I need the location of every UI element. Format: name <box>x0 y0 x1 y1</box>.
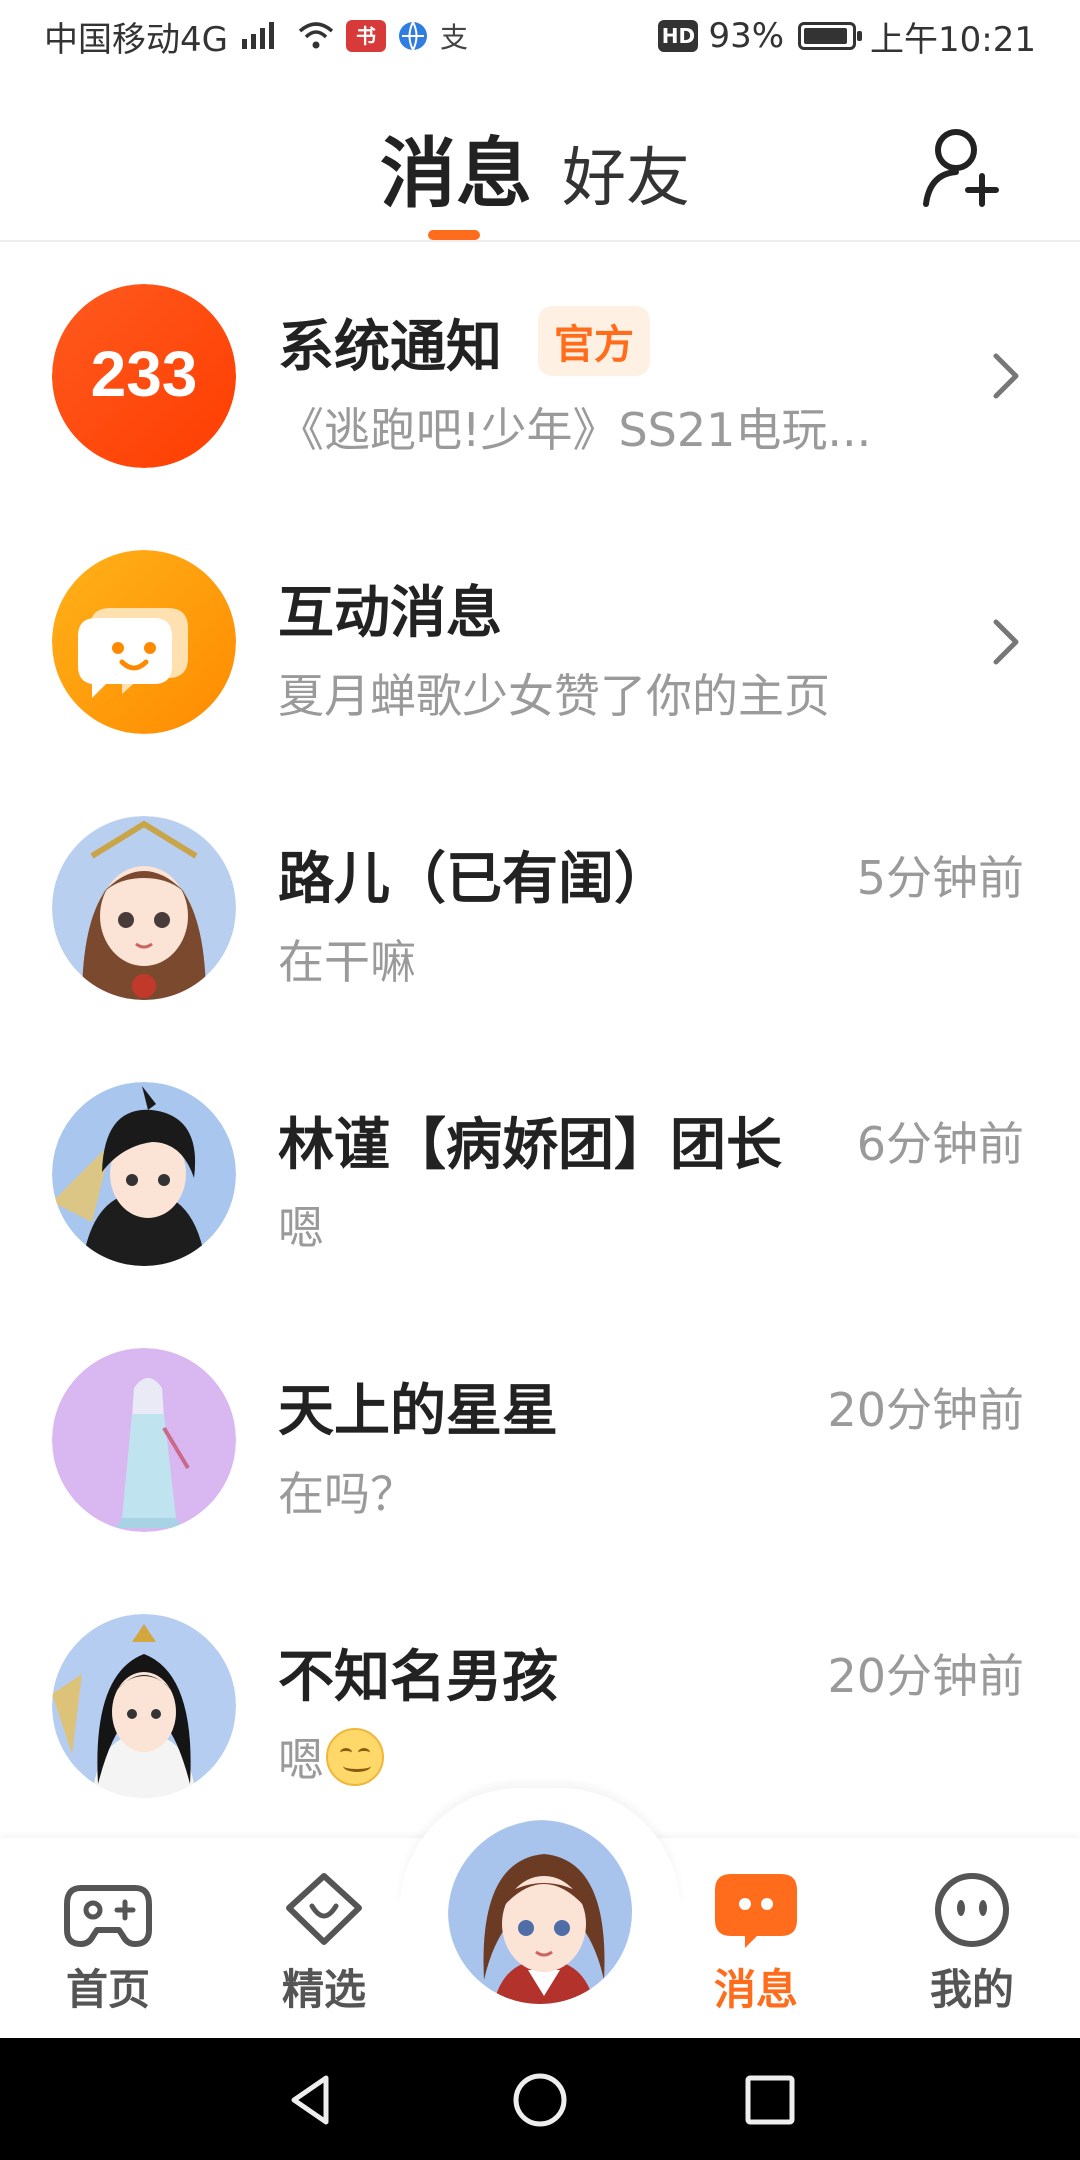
contact-name: 林谨【病娇团】团长 <box>278 1113 782 1178</box>
list-item-chat[interactable]: 林谨【病娇团】团长 6分钟前 嗯 <box>0 1042 1080 1308</box>
system-nav-bar <box>0 2038 1080 2160</box>
contact-name: 路儿（已有闺） <box>278 847 670 912</box>
chat-bubble-avatar <box>52 550 236 734</box>
globe-icon <box>398 21 427 53</box>
battery-percent: 93% <box>708 16 785 56</box>
tab-indicator <box>428 230 480 240</box>
nav-mine-label: 我的 <box>929 1965 1014 2014</box>
message-time: 5分钟前 <box>856 851 1024 905</box>
user-avatar <box>52 1082 236 1266</box>
contact-name: 系统通知 官方 <box>278 302 650 383</box>
nav-home-label: 首页 <box>65 1965 150 2014</box>
tab-bar: 消息 好友 <box>380 112 690 222</box>
tab-messages[interactable]: 消息 <box>380 112 532 222</box>
contact-name: 不知名男孩 <box>278 1645 558 1710</box>
user-avatar <box>52 1614 236 1798</box>
message-time: 20分钟前 <box>827 1649 1024 1703</box>
message-list: 233 系统通知 官方 《逃跑吧!少年》SS21电玩... 互动消息 夏月蝉歌少女… <box>0 244 1080 1840</box>
chat-icon <box>715 1874 797 1948</box>
system-avatar-label: 233 <box>91 338 198 410</box>
system-avatar: 233 <box>52 284 236 468</box>
heart-badge-icon <box>286 1873 362 1945</box>
signal-icon <box>241 22 274 49</box>
nav-messages[interactable]: 消息 <box>676 1868 836 2017</box>
add-friend-icon[interactable] <box>920 122 1010 212</box>
nav-mine[interactable]: 我的 <box>892 1868 1052 2017</box>
smile-emoji-icon <box>326 1728 384 1786</box>
tab-friends[interactable]: 好友 <box>562 127 690 219</box>
contact-name: 互动消息 <box>278 581 502 646</box>
nav-messages-label: 消息 <box>713 1965 798 2014</box>
app-book-icon: 书 <box>345 20 386 52</box>
contact-name: 天上的星星 <box>278 1379 558 1444</box>
gamepad-icon <box>64 1885 152 1947</box>
nav-featured-label: 精选 <box>281 1965 366 2014</box>
face-icon <box>935 1873 1009 1947</box>
alipay-icon: 支 <box>439 21 468 54</box>
list-item-interactive[interactable]: 互动消息 夏月蝉歌少女赞了你的主页 <box>0 510 1080 776</box>
home-icon[interactable] <box>510 2070 570 2130</box>
user-avatar <box>52 816 236 1000</box>
official-badge: 官方 <box>538 306 650 376</box>
wifi-icon <box>298 22 334 49</box>
message-preview: 嗯 <box>278 1724 384 1790</box>
status-bar: 中国移动4G 书 支 HD 93% 上午10:21 <box>0 0 1080 72</box>
bottom-nav: 首页 精选 消息 我的 <box>0 1788 1080 2038</box>
message-preview: 嗯 <box>278 1201 324 1255</box>
status-right: HD 93% 上午10:21 <box>658 12 1036 61</box>
carrier-label: 中国移动4G <box>44 19 228 60</box>
center-avatar-button[interactable] <box>444 1816 636 2008</box>
message-time: 20分钟前 <box>827 1383 1024 1437</box>
recents-icon[interactable] <box>740 2070 800 2130</box>
list-item-chat[interactable]: 路儿（已有闺） 5分钟前 在干嘛 <box>0 776 1080 1042</box>
list-item-system-notice[interactable]: 233 系统通知 官方 《逃跑吧!少年》SS21电玩... <box>0 244 1080 510</box>
hd-badge: HD <box>658 20 699 52</box>
header: 消息 好友 <box>0 72 1080 242</box>
nav-home[interactable]: 首页 <box>28 1868 188 2017</box>
clock: 上午10:21 <box>870 19 1036 60</box>
battery-icon <box>798 22 863 50</box>
message-preview: 在吗？ <box>278 1467 416 1521</box>
chevron-right-icon <box>993 353 1019 399</box>
message-preview: 《逃跑吧!少年》SS21电玩... <box>278 403 872 457</box>
nav-featured[interactable]: 精选 <box>244 1868 404 2017</box>
message-preview: 夏月蝉歌少女赞了你的主页 <box>278 669 830 723</box>
status-left: 中国移动4G 书 支 <box>44 12 468 61</box>
back-icon[interactable] <box>280 2070 340 2130</box>
message-time: 6分钟前 <box>856 1117 1024 1171</box>
message-preview: 在干嘛 <box>278 935 416 989</box>
chevron-right-icon <box>993 619 1019 665</box>
user-avatar <box>52 1348 236 1532</box>
list-item-chat[interactable]: 天上的星星 20分钟前 在吗？ <box>0 1308 1080 1574</box>
